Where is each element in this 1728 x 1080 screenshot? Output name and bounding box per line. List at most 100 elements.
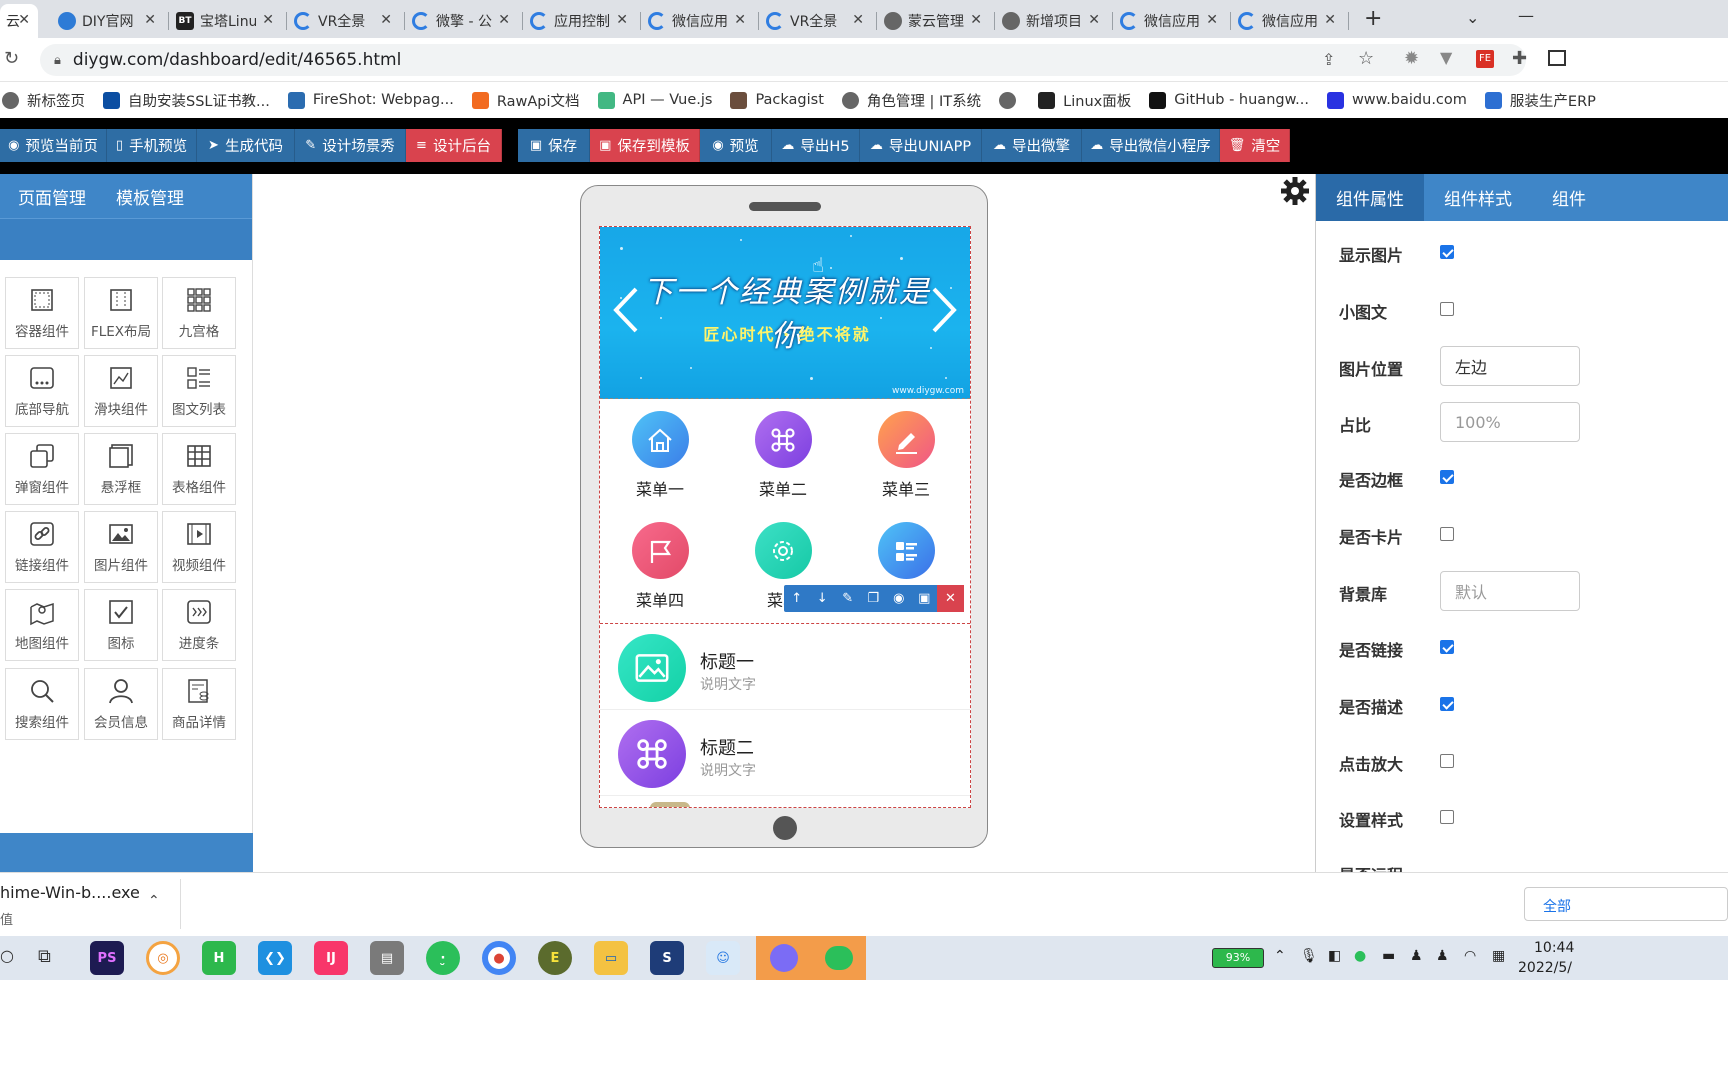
tab-component-styles[interactable]: 组件样式: [1424, 174, 1532, 221]
close-icon[interactable]: ✕: [144, 12, 156, 28]
tray-app-icon[interactable]: ◧: [1328, 948, 1341, 964]
clock-date[interactable]: 2022/5/: [1518, 960, 1572, 976]
hbuilder-icon[interactable]: H: [202, 941, 236, 975]
preview-button[interactable]: ◉ 预览: [700, 129, 772, 162]
terminal-icon[interactable]: ▤: [370, 941, 404, 975]
vscode-icon[interactable]: ❮❯: [258, 941, 292, 975]
save-icon[interactable]: ▣: [912, 585, 938, 612]
app-circle-icon[interactable]: ◎: [146, 941, 180, 975]
app-live-icon[interactable]: ☺: [706, 941, 740, 975]
bookmark-item[interactable]: RawApi文档: [471, 90, 580, 111]
component-item[interactable]: 链接组件: [5, 511, 79, 583]
move-down-icon[interactable]: ↓: [810, 585, 836, 612]
chevron-up-icon[interactable]: ⌃: [148, 893, 160, 909]
close-icon[interactable]: ✕: [852, 12, 864, 28]
delete-icon[interactable]: ✕: [937, 585, 964, 612]
property-checkbox[interactable]: [1440, 810, 1454, 824]
property-input[interactable]: 100%: [1440, 402, 1580, 442]
slider-prev-icon[interactable]: [612, 285, 640, 335]
component-item[interactable]: 悬浮框: [84, 433, 158, 505]
browser-tab[interactable]: 微信应用 ✕: [642, 4, 754, 38]
close-icon[interactable]: ✕: [18, 12, 30, 28]
browser-tab-active[interactable]: 云 ✕: [0, 4, 38, 38]
grid-menu-item[interactable]: 菜单四: [605, 522, 715, 611]
component-item[interactable]: 图片组件: [84, 511, 158, 583]
bookmark-item[interactable]: 自助安装SSL证书教...: [103, 90, 270, 111]
browser-tab[interactable]: 微擎 - 公 ✕: [406, 4, 518, 38]
close-icon[interactable]: ✕: [1088, 12, 1100, 28]
share-icon[interactable]: ⇪: [1322, 50, 1335, 69]
export-h5-button[interactable]: ☁ 导出H5: [772, 129, 860, 162]
bookmark-item[interactable]: Linux面板: [1038, 90, 1131, 111]
bookmark-item[interactable]: FireShot: Webpag...: [287, 91, 454, 109]
sidepanel-icon[interactable]: [1548, 50, 1566, 66]
bookmark-item[interactable]: GitHub - huangw...: [1149, 91, 1309, 109]
save-button[interactable]: ▣ 保存: [518, 129, 590, 162]
component-item[interactable]: 进度条: [162, 589, 236, 661]
wechat-dev-icon[interactable]: ·̮: [426, 941, 460, 975]
grid-menu-item[interactable]: 菜单一: [605, 411, 715, 500]
wechat-icon[interactable]: [812, 936, 866, 980]
chrome-icon[interactable]: ●: [482, 941, 516, 975]
task-view-icon[interactable]: ⧉: [38, 946, 51, 967]
copy-icon[interactable]: ❐: [861, 585, 887, 612]
show-all-downloads-button[interactable]: 全部: [1524, 887, 1728, 921]
file-explorer-icon[interactable]: ▭: [594, 941, 628, 975]
star-icon[interactable]: ☆: [1358, 48, 1374, 69]
grid-menu-item[interactable]: 菜单二: [728, 411, 838, 500]
browser-tab[interactable]: 微信应用 ✕: [1232, 4, 1344, 38]
component-item[interactable]: 图标: [84, 589, 158, 661]
app-s-icon[interactable]: S: [650, 941, 684, 975]
list-item[interactable]: 标题一 说明文字: [600, 624, 970, 710]
property-checkbox[interactable]: [1440, 245, 1454, 259]
minimize-icon[interactable]: —: [1518, 6, 1534, 25]
browser-tab[interactable]: VR全景 ✕: [760, 4, 872, 38]
browser-tab[interactable]: 微信应用 ✕: [1114, 4, 1226, 38]
component-item[interactable]: 地图组件: [5, 589, 79, 661]
mobile-preview-button[interactable]: ▯ 手机预览: [107, 129, 197, 162]
qq-icon[interactable]: ♟: [1410, 948, 1423, 964]
edit-icon[interactable]: ✎: [835, 585, 861, 612]
save-to-template-button[interactable]: ▣ 保存到模板: [590, 129, 700, 162]
close-icon[interactable]: ✕: [1324, 12, 1336, 28]
tray-app2-icon[interactable]: ▬: [1382, 948, 1395, 964]
property-input[interactable]: 默认: [1440, 571, 1580, 611]
banner-slider[interactable]: 下一个经典案例就是你 匠心时代 · 绝不将就 www.diygw.com: [600, 227, 970, 399]
close-icon[interactable]: ✕: [616, 12, 628, 28]
extension-gear-icon[interactable]: ✹: [1404, 48, 1419, 69]
component-item[interactable]: 滑块组件: [84, 355, 158, 427]
browser-tab[interactable]: 蒙云管理 ✕: [878, 4, 990, 38]
component-item[interactable]: 会员信息: [84, 668, 158, 740]
close-icon[interactable]: ✕: [262, 12, 274, 28]
tab-component-properties[interactable]: 组件属性: [1316, 174, 1424, 221]
export-weiqing-button[interactable]: ☁ 导出微擎: [982, 129, 1082, 162]
property-checkbox[interactable]: [1440, 640, 1454, 654]
app-e-icon[interactable]: E: [538, 941, 572, 975]
close-icon[interactable]: ✕: [498, 12, 510, 28]
clock-time[interactable]: 10:44: [1534, 940, 1574, 956]
component-item[interactable]: 弹窗组件: [5, 433, 79, 505]
component-item[interactable]: FLEX布局: [84, 277, 158, 349]
list-item[interactable]: 标题二 说明文字: [600, 710, 970, 796]
intellij-icon[interactable]: IJ: [314, 941, 348, 975]
image-text-list[interactable]: 标题一 说明文字 标题二 说明文字: [600, 623, 970, 807]
component-item[interactable]: 九宫格: [162, 277, 236, 349]
chevron-up-icon[interactable]: ⌃: [1274, 948, 1286, 964]
design-backend-button[interactable]: ≡ 设计后台: [406, 129, 502, 162]
browser-tab[interactable]: 新增项目 ✕: [996, 4, 1108, 38]
bookmark-item[interactable]: 服装生产ERP: [1484, 90, 1596, 111]
component-item[interactable]: 容器组件: [5, 277, 79, 349]
property-checkbox[interactable]: [1440, 697, 1454, 711]
property-checkbox[interactable]: [1440, 302, 1454, 316]
wechat-tray-icon[interactable]: ●: [1354, 948, 1366, 964]
preview-page-button[interactable]: ◉ 预览当前页: [0, 129, 107, 162]
component-item[interactable]: 底部导航: [5, 355, 79, 427]
tab-template-management[interactable]: 模板管理: [116, 184, 184, 209]
new-tab-button[interactable]: +: [1364, 6, 1382, 31]
bookmark-item[interactable]: 角色管理 | IT系统: [841, 90, 981, 111]
component-item[interactable]: 表格组件: [162, 433, 236, 505]
close-icon[interactable]: ✕: [734, 12, 746, 28]
reload-icon[interactable]: ↻: [4, 48, 19, 69]
browser-app-icon[interactable]: [756, 936, 812, 980]
bookmark-item[interactable]: [999, 91, 1024, 109]
